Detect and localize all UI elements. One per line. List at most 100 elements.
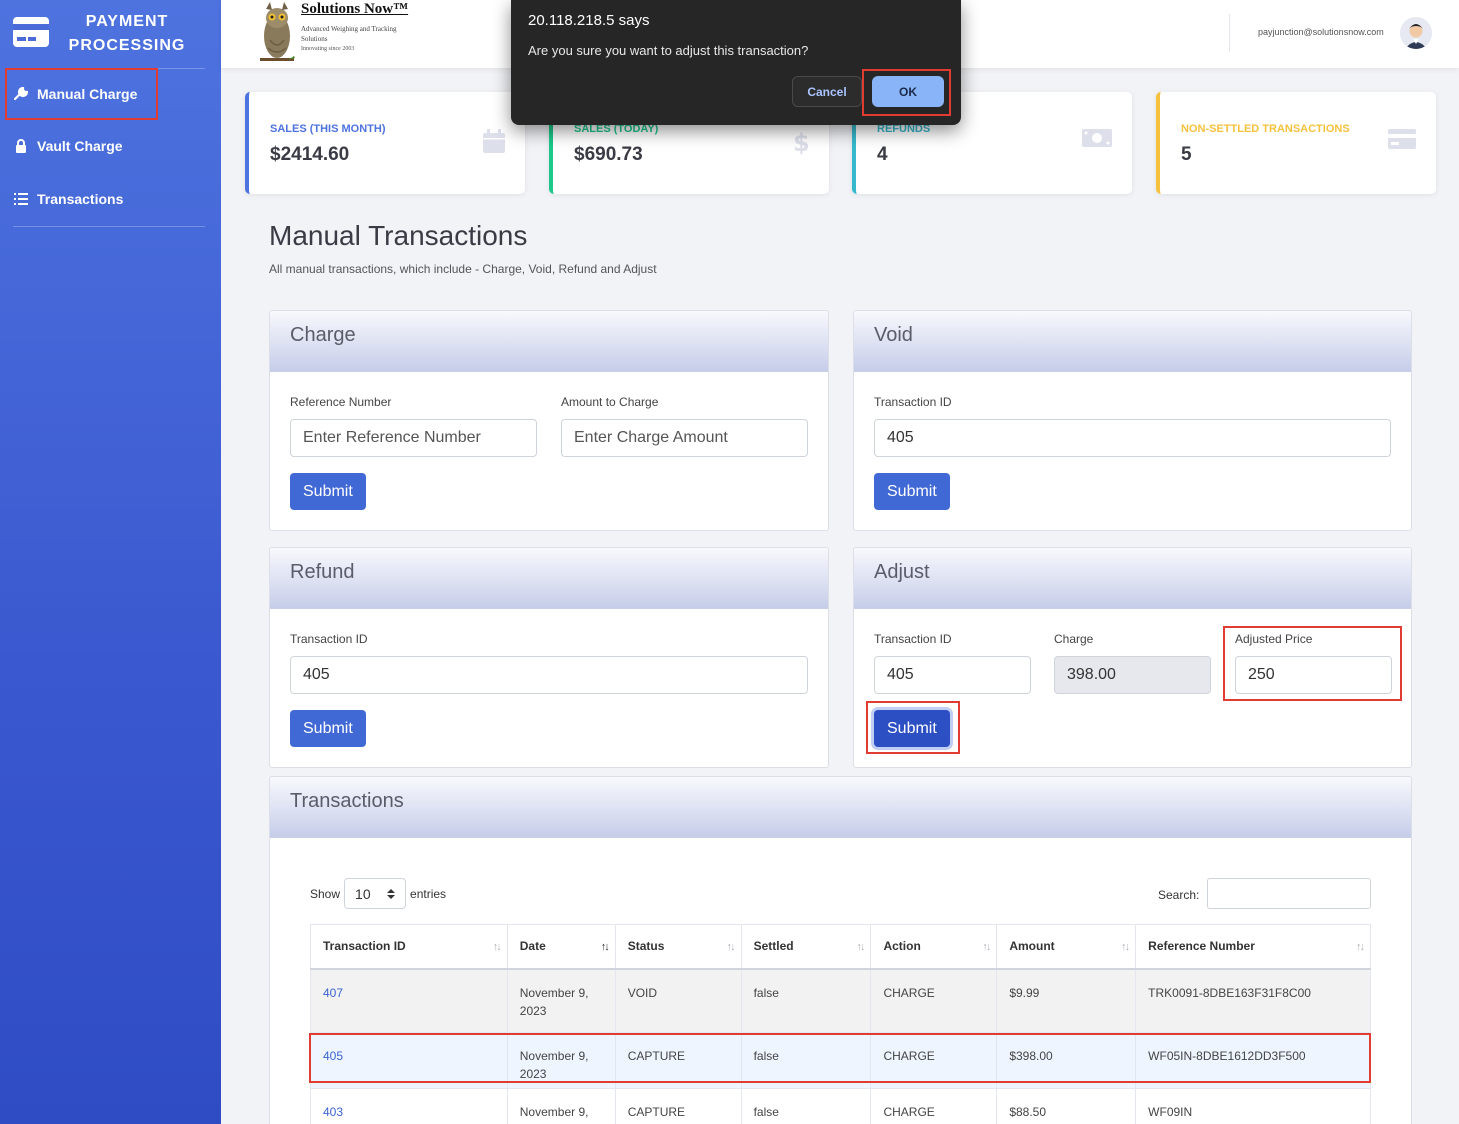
sidebar-item-label: Vault Charge: [37, 138, 123, 154]
credit-card-icon: [13, 17, 49, 47]
logo-subtitle: Advanced Weighing and Tracking Solutions: [301, 25, 397, 43]
cell-amount: $9.99: [996, 968, 1137, 1033]
stat-label: NON-SETTLED TRANSACTIONS: [1181, 123, 1350, 135]
sort-arrows-icon: [387, 888, 396, 899]
adjust-submit-button[interactable]: Submit: [874, 710, 950, 747]
charge-amount-input[interactable]: [561, 419, 808, 457]
user-avatar-icon: [1400, 17, 1432, 49]
cell-status: VOID: [614, 968, 742, 1033]
sort-icon: ↑↓: [1356, 941, 1365, 953]
stat-value: $690.73: [574, 144, 643, 165]
sidebar-item-label: Manual Charge: [37, 86, 138, 102]
company-logo[interactable]: Solutions Now™ Advanced Weighing and Tra…: [258, 0, 438, 68]
table-row[interactable]: 407 November 9, 2023 VOID false CHARGE $…: [310, 968, 1371, 1033]
column-header-date[interactable]: Date ↑↓: [506, 924, 616, 970]
sort-icon: ↑↓: [726, 941, 736, 953]
dialog-ok-button[interactable]: OK: [872, 76, 944, 107]
table-row[interactable]: 403 November 9, CAPTURE false CHARGE $88…: [310, 1088, 1371, 1124]
adjusted-price-input[interactable]: [1235, 656, 1392, 694]
entries-select-value: 10: [355, 885, 371, 902]
sidebar-item-transactions[interactable]: Transactions: [14, 187, 123, 211]
sort-icon: ↑↓: [982, 941, 991, 953]
transactions-table: Transaction ID ↑↓ Date ↑↓ Status ↑↓ Settled…: [310, 924, 1371, 1124]
list-icon: [14, 193, 28, 205]
table-row[interactable]: 405 November 9, 2023 CAPTURE false CHARG…: [310, 1032, 1371, 1089]
sort-icon: ↑↓: [600, 941, 610, 953]
transaction-id-link[interactable]: 407: [323, 986, 343, 1000]
cell-status: CAPTURE: [614, 1088, 742, 1124]
sidebar-divider: [13, 68, 205, 69]
confirm-dialog: 20.118.218.5 says Are you sure you want …: [511, 0, 961, 125]
charge-panel: Charge Reference Number Amount to Charge…: [269, 310, 829, 531]
column-header-amount[interactable]: Amount ↑↓: [996, 924, 1137, 970]
cell-reference: WF05IN-8DBE1612DD3F500: [1135, 1032, 1371, 1089]
void-transaction-id-input[interactable]: [874, 419, 1391, 457]
show-label: Show: [310, 886, 341, 901]
column-header-reference-number[interactable]: Reference Number ↑↓: [1135, 924, 1371, 970]
owl-logo-icon: [260, 2, 295, 61]
sort-icon: ↑↓: [1121, 941, 1130, 953]
brand-title: PAYMENT PROCESSING: [68, 13, 186, 54]
cell-settled: false: [740, 1088, 872, 1124]
stat-value: 5: [1181, 144, 1192, 165]
logo-title: Solutions Now™: [301, 1, 409, 17]
void-panel: Void Transaction ID Submit: [853, 310, 1412, 531]
adjust-transaction-id-label: Transaction ID: [874, 632, 952, 646]
adjust-panel: Adjust Transaction ID Charge Adjusted Pr…: [853, 547, 1412, 768]
adjust-charge-label: Charge: [1054, 632, 1094, 646]
dialog-title: 20.118.218.5 says: [528, 12, 650, 29]
refund-panel-title: Refund: [270, 548, 828, 609]
dialog-cancel-button[interactable]: Cancel: [792, 76, 862, 107]
money-bill-icon: [1082, 129, 1112, 147]
cell-action: CHARGE: [870, 1032, 998, 1089]
column-header-action[interactable]: Action ↑↓: [870, 924, 998, 970]
dollar-icon: $: [793, 129, 809, 155]
stat-value: 4: [877, 144, 888, 165]
dialog-message: Are you sure you want to adjust this tra…: [528, 43, 809, 58]
transactions-panel-title: Transactions: [270, 777, 1411, 838]
refund-transaction-id-input[interactable]: [290, 656, 808, 694]
user-email[interactable]: payjunction@solutionsnow.com: [1258, 27, 1384, 37]
reference-number-label: Reference Number: [290, 395, 392, 409]
adjusted-price-label: Adjusted Price: [1235, 632, 1313, 646]
void-transaction-id-label: Transaction ID: [874, 395, 952, 409]
reference-number-input[interactable]: [290, 419, 537, 457]
credit-card-icon: [1388, 129, 1416, 149]
entries-select[interactable]: 10: [344, 878, 407, 909]
cell-date: November 9, 2023: [506, 1032, 616, 1089]
cell-date: November 9, 2023: [506, 968, 616, 1033]
charge-submit-button[interactable]: Submit: [290, 473, 366, 510]
calendar-icon: [483, 129, 505, 153]
cell-date: November 9,: [506, 1088, 616, 1124]
refund-panel: Refund Transaction ID Submit: [269, 547, 829, 768]
stat-value: $2414.60: [270, 144, 350, 165]
cell-amount: $88.50: [996, 1088, 1137, 1124]
adjust-transaction-id-input[interactable]: [874, 656, 1031, 694]
transaction-id-link[interactable]: 405: [323, 1049, 343, 1063]
cell-action: CHARGE: [870, 1088, 998, 1124]
sidebar-item-vault-charge[interactable]: Vault Charge: [14, 134, 123, 158]
column-header-settled[interactable]: Settled ↑↓: [740, 924, 872, 970]
cell-action: CHARGE: [870, 968, 998, 1033]
page-subtitle: All manual transactions, which include -…: [269, 262, 657, 276]
refund-submit-button[interactable]: Submit: [290, 710, 366, 747]
avatar[interactable]: [1400, 17, 1432, 49]
sidebar-item-manual-charge[interactable]: Manual Charge: [14, 82, 137, 106]
column-header-status[interactable]: Status ↑↓: [614, 924, 742, 970]
table-header-row: Transaction ID ↑↓ Date ↑↓ Status ↑↓ Settled…: [310, 924, 1371, 970]
cell-reference: TRK0091-8DBE163F31F8C00: [1135, 968, 1371, 1033]
logo-since: Innovating since 2003: [301, 46, 355, 52]
column-header-transaction-id[interactable]: Transaction ID ↑↓: [310, 924, 508, 970]
cell-status: CAPTURE: [614, 1032, 742, 1089]
stat-label: SALES (THIS MONTH): [270, 123, 386, 135]
cell-settled: false: [740, 968, 872, 1033]
entries-label: entries: [410, 886, 447, 901]
cell-reference: WF09IN: [1135, 1088, 1371, 1124]
sidebar-brand[interactable]: PAYMENT PROCESSING: [0, 0, 221, 68]
cell-settled: false: [740, 1032, 872, 1089]
topbar-divider: [1229, 14, 1230, 52]
sort-icon: ↑↓: [856, 941, 865, 953]
transaction-id-link[interactable]: 403: [323, 1105, 343, 1119]
void-submit-button[interactable]: Submit: [874, 473, 950, 510]
search-input[interactable]: [1207, 878, 1371, 909]
